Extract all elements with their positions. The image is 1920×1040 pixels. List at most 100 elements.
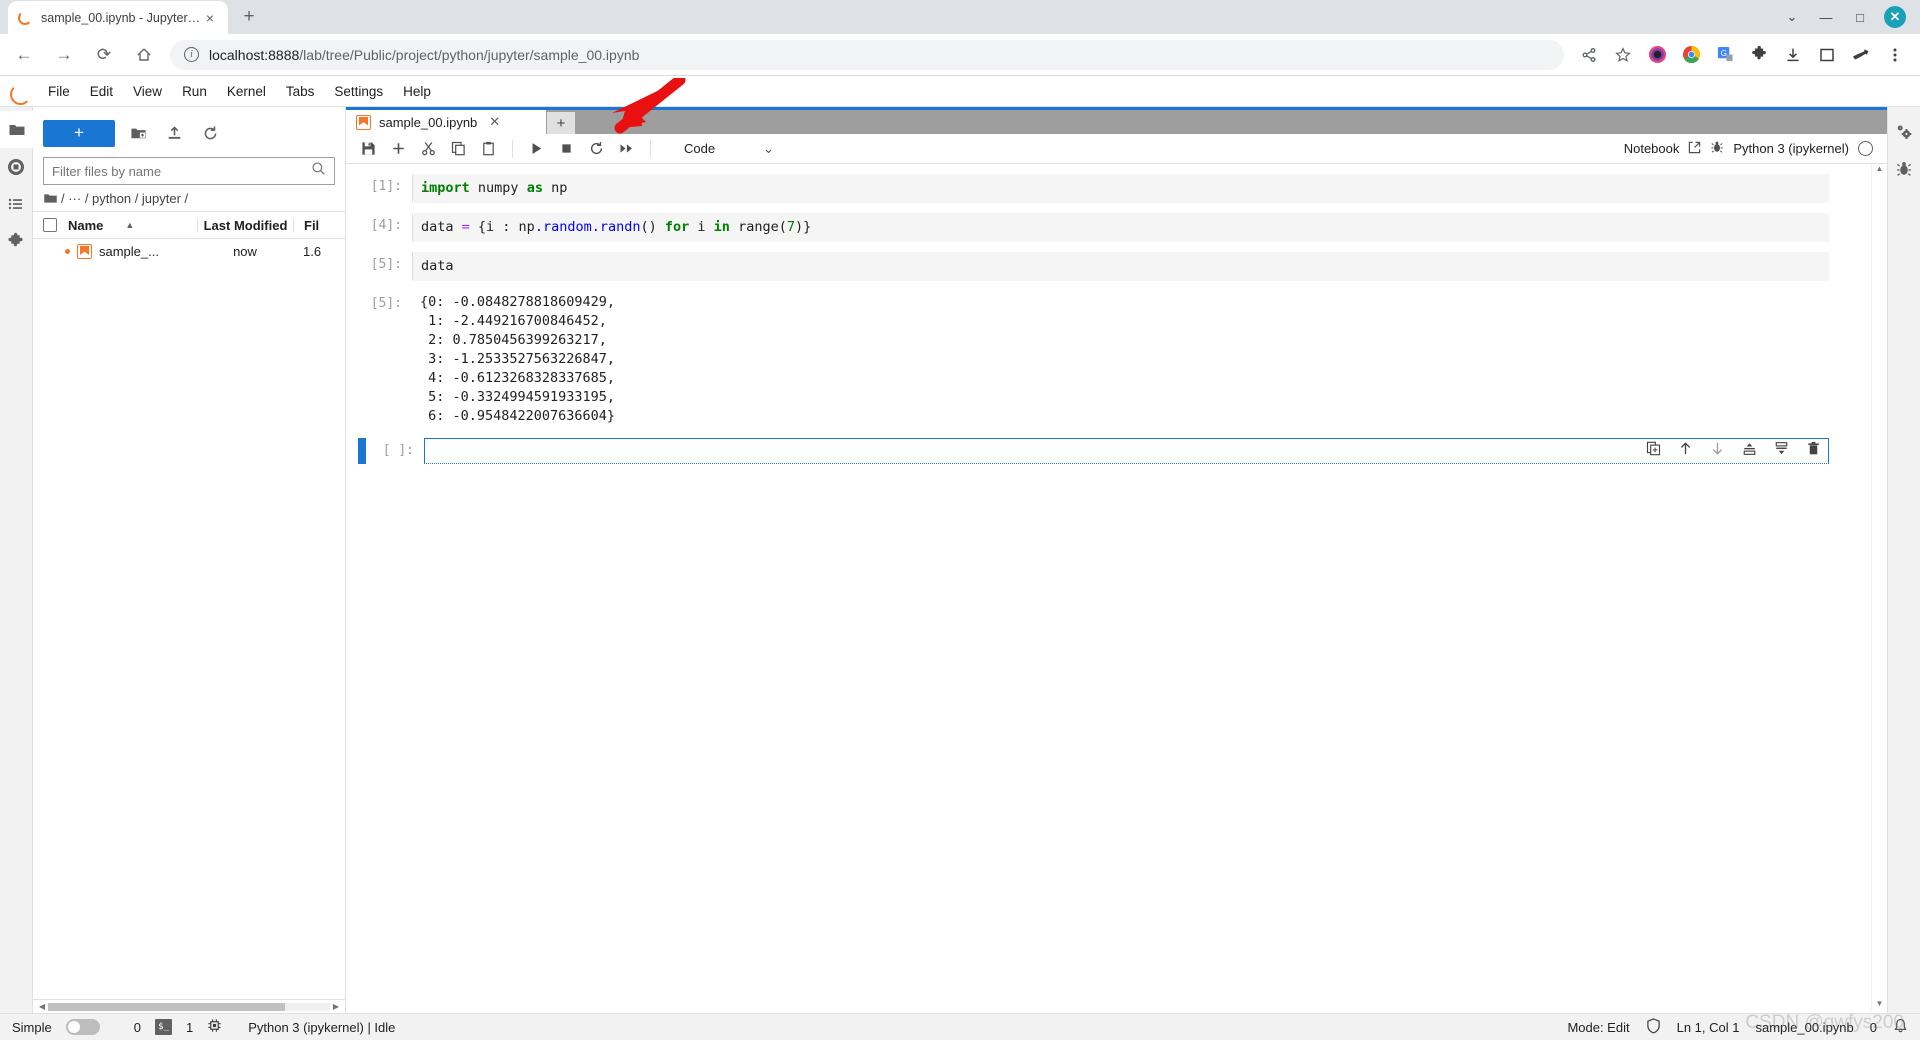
file-browser-horizontal-scrollbar[interactable]: ◀ ▶ (33, 999, 345, 1013)
download-icon[interactable] (1778, 40, 1808, 70)
cut-icon[interactable] (416, 136, 441, 161)
insert-cell-icon[interactable] (386, 136, 411, 161)
column-header-name[interactable]: Name (68, 218, 103, 233)
notification-bell-icon[interactable] (1893, 1018, 1908, 1037)
close-window-icon[interactable]: ✕ (1884, 6, 1906, 28)
scroll-down-icon[interactable]: ▼ (1876, 999, 1884, 1013)
duplicate-cell-icon[interactable] (1645, 440, 1661, 456)
browser-tab[interactable]: sample_00.ipynb - JupyterLab × (8, 1, 228, 34)
paste-icon[interactable] (476, 136, 501, 161)
external-link-icon[interactable] (1688, 141, 1701, 157)
file-filter-box[interactable] (43, 157, 335, 185)
commands-list-icon[interactable] (0, 185, 33, 222)
scroll-up-icon[interactable]: ▲ (1876, 164, 1884, 178)
kernel-gear-icon[interactable] (207, 1018, 222, 1036)
refresh-icon[interactable] (197, 120, 223, 146)
maximize-icon[interactable]: □ (1850, 7, 1870, 27)
back-icon[interactable]: ← (8, 39, 40, 71)
column-header-last-modified[interactable]: Last Modified (197, 217, 293, 233)
terminal-icon[interactable]: $_ (154, 1019, 172, 1035)
chevron-down-icon[interactable]: ⌄ (1782, 7, 1802, 27)
file-browser-icon[interactable] (0, 111, 33, 148)
copy-icon[interactable] (446, 136, 471, 161)
insert-cell-below-icon[interactable] (1773, 440, 1789, 456)
scrollbar-thumb[interactable] (48, 1002, 285, 1011)
menu-settings[interactable]: Settings (324, 80, 393, 103)
running-terminals-icon[interactable] (0, 148, 33, 185)
sidepanel-icon[interactable] (1812, 40, 1842, 70)
new-launcher-button[interactable]: + (43, 119, 115, 147)
filter-files-input[interactable] (52, 163, 311, 179)
forward-icon[interactable]: → (48, 39, 80, 71)
kernel-status-label[interactable]: Python 3 (ipykernel) | Idle (248, 1020, 395, 1035)
restart-run-all-icon[interactable] (614, 136, 639, 161)
notebook-cell[interactable]: [1]: import numpy as np (346, 174, 1871, 203)
scroll-right-icon[interactable]: ▶ (330, 1002, 342, 1011)
cell-editor[interactable]: data = {i : np.random.randn() for i in r… (412, 213, 1829, 242)
cursor-position-label[interactable]: Ln 1, Col 1 (1677, 1020, 1740, 1035)
close-icon[interactable]: × (201, 9, 219, 27)
breadcrumb[interactable]: / ··· / python / jupyter / (33, 185, 345, 211)
column-header-file-size[interactable]: Fil (293, 217, 345, 233)
delete-cell-icon[interactable] (1805, 440, 1821, 456)
extensions-puzzle-icon[interactable] (0, 222, 33, 259)
save-icon[interactable] (356, 136, 381, 161)
cell-editor[interactable]: data (412, 252, 1829, 281)
cell-editor[interactable]: import numpy as np (412, 174, 1829, 203)
menu-tabs[interactable]: Tabs (276, 80, 325, 103)
menu-edit[interactable]: Edit (80, 80, 123, 103)
move-cell-up-icon[interactable] (1677, 440, 1693, 456)
notebook-tab[interactable]: sample_00.ipynb ✕ (346, 110, 546, 134)
sort-ascending-icon[interactable]: ▲ (125, 220, 134, 230)
simple-interface-toggle[interactable] (65, 1019, 100, 1035)
run-icon[interactable] (524, 136, 549, 161)
minimize-icon[interactable]: — (1816, 7, 1836, 27)
cell-type-dropdown[interactable]: Code ⌄ (672, 137, 780, 161)
terminal-count[interactable]: 1 (186, 1020, 193, 1035)
chevron-down-icon[interactable]: ⌄ (763, 141, 774, 157)
site-info-icon[interactable]: i (184, 47, 199, 62)
debugger-bug-icon[interactable] (1888, 150, 1920, 187)
menu-help[interactable]: Help (393, 80, 441, 103)
new-folder-icon[interactable] (125, 120, 151, 146)
google-translate-icon[interactable]: G (1710, 40, 1740, 70)
kernel-count[interactable]: 0 (134, 1020, 141, 1035)
menu-run[interactable]: Run (172, 80, 217, 103)
extension-camera-icon[interactable] (1642, 40, 1672, 70)
kebab-menu-icon[interactable] (1880, 40, 1910, 70)
insert-cell-above-icon[interactable] (1741, 440, 1757, 456)
address-bar[interactable]: i localhost:8888/lab/tree/Public/project… (170, 39, 1564, 70)
stop-icon[interactable] (554, 136, 579, 161)
pin-icon[interactable] (1846, 40, 1876, 70)
home-icon[interactable] (128, 39, 160, 71)
restart-icon[interactable] (584, 136, 609, 161)
menu-file[interactable]: File (38, 80, 80, 103)
close-icon[interactable]: ✕ (489, 114, 500, 130)
search-icon[interactable] (311, 161, 326, 181)
notebook-cell[interactable]: [4]: data = {i : np.random.randn() for i… (346, 213, 1871, 242)
notebook-cell-active[interactable]: [ ]: (346, 438, 1871, 464)
property-inspector-icon[interactable] (1888, 113, 1920, 150)
add-notebook-tab-button[interactable]: + (547, 112, 575, 134)
kernel-idle-circle-icon[interactable] (1858, 141, 1873, 156)
move-cell-down-icon[interactable] (1709, 440, 1725, 456)
new-tab-button[interactable]: + (234, 2, 264, 32)
notification-count[interactable]: 0 (1870, 1020, 1877, 1035)
kernel-name-label[interactable]: Python 3 (ipykernel) (1733, 141, 1849, 156)
file-list-item[interactable]: sample_... now 1.6 (33, 239, 345, 264)
menu-kernel[interactable]: Kernel (217, 80, 276, 103)
notebook-vertical-scrollbar[interactable]: ▲ ▼ (1871, 164, 1887, 1013)
notebook-cell[interactable]: [5]: data (346, 252, 1871, 281)
upload-icon[interactable] (161, 120, 187, 146)
bookmark-star-icon[interactable] (1608, 40, 1638, 70)
reload-icon[interactable]: ⟳ (88, 39, 120, 71)
chrome-profile-icon[interactable] (1676, 40, 1706, 70)
puzzle-extensions-icon[interactable] (1744, 40, 1774, 70)
menu-view[interactable]: View (123, 80, 172, 103)
share-icon[interactable] (1574, 40, 1604, 70)
select-all-checkbox[interactable] (43, 218, 57, 232)
cell-editor[interactable] (424, 438, 1829, 464)
scroll-left-icon[interactable]: ◀ (36, 1002, 48, 1011)
trusted-shield-icon[interactable] (1646, 1017, 1661, 1037)
debugger-bug-icon[interactable] (1710, 140, 1724, 157)
